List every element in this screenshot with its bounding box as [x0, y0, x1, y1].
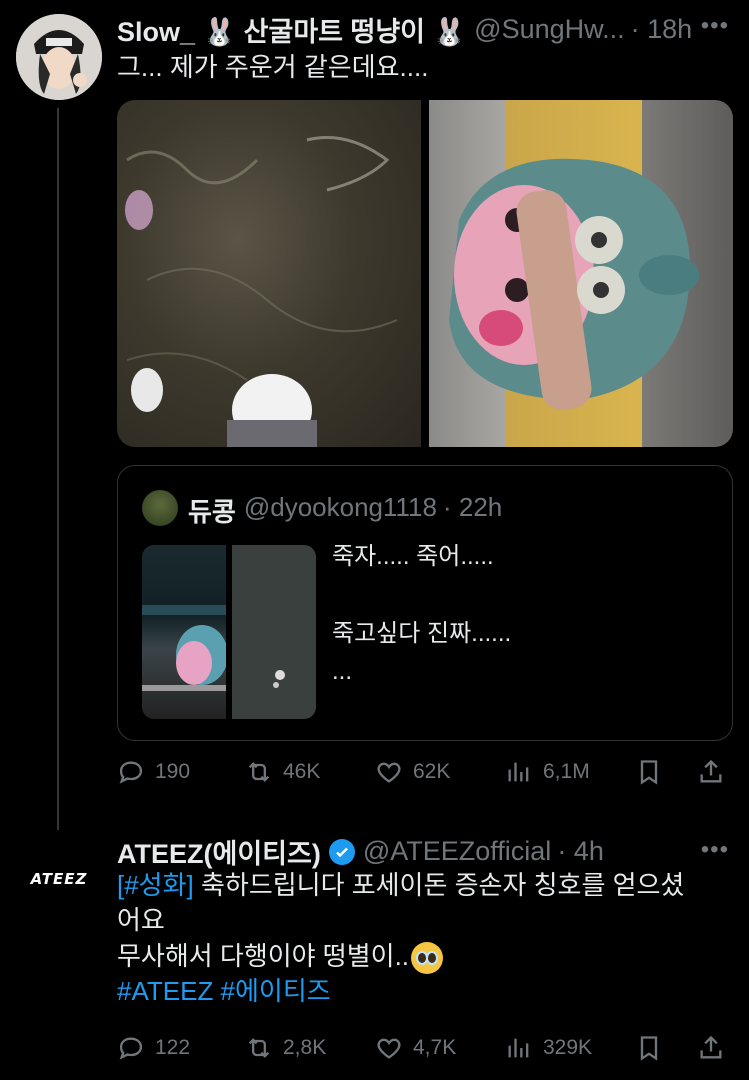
- reply-count: 190: [155, 760, 191, 783]
- user-avatar[interactable]: [16, 14, 102, 100]
- tweet-actions-bar-2: 122 2,8K 4,7K 329K: [117, 1034, 733, 1062]
- verified-badge-icon[interactable]: [328, 838, 355, 865]
- water-scene: [125, 136, 398, 447]
- checkmark-icon: [335, 847, 348, 857]
- quoted-tweet-text: 죽자..... 죽어..... 죽고싶다 진짜...... ...: [332, 543, 512, 686]
- tweet-text-line-3: 무사해서 다행이야 떵별이..: [117, 939, 727, 974]
- reply-icon: [119, 1037, 143, 1060]
- views-count: 6,1M: [543, 760, 590, 783]
- reply-button-2[interactable]: 122: [117, 1034, 245, 1062]
- heart-icon: [377, 1038, 401, 1059]
- bookmark-icon: [640, 760, 658, 785]
- share-button-2[interactable]: [697, 1034, 725, 1062]
- bookmark-button-2[interactable]: [635, 1034, 697, 1062]
- like-button[interactable]: 62K: [375, 758, 505, 786]
- night-plush-scene: [142, 605, 226, 691]
- hashtag-link-seonghwa[interactable]: [#성화]: [117, 870, 194, 900]
- reply-icon: [119, 761, 143, 784]
- user-handle-2[interactable]: @ATEEZofficial: [363, 836, 551, 867]
- views-button-2[interactable]: 329K: [505, 1034, 635, 1062]
- repost-button[interactable]: 46K: [245, 758, 375, 786]
- bookmark-icon: [640, 1036, 658, 1061]
- thread-connector-line: [57, 108, 59, 830]
- hashtag-links[interactable]: #ATEEZ #에이티즈: [117, 974, 727, 1009]
- display-name-2[interactable]: ATEEZ(에이티즈): [117, 832, 321, 871]
- like-count-2: 4,7K: [413, 1036, 457, 1059]
- media-image-water[interactable]: [117, 100, 421, 447]
- avatar-photo: [16, 14, 102, 100]
- views-button[interactable]: 6,1M: [505, 758, 635, 786]
- quoted-user-handle[interactable]: @dyookong1118: [244, 492, 437, 529]
- quoted-media-image-night[interactable]: [142, 545, 226, 719]
- quoted-user-avatar[interactable]: [142, 490, 178, 526]
- like-count: 62K: [413, 760, 451, 783]
- plush-toy: [449, 158, 699, 410]
- heart-icon: [377, 762, 401, 783]
- reply-button[interactable]: 190: [117, 758, 245, 786]
- tweet-header: Slow_ 🐰 산굴마트 떵냥이 🐰 @SungHw... · 18h: [117, 10, 692, 49]
- quoted-tweet[interactable]: 듀콩 @dyookong1118 · 22h 죽자..... 죽어..... 죽…: [117, 465, 733, 741]
- repost-icon: [248, 1038, 270, 1058]
- pleading-face-emoji-icon: [411, 941, 444, 974]
- more-options-icon-2[interactable]: •••: [701, 836, 729, 864]
- repost-icon: [248, 762, 270, 782]
- tweet-actions-bar: 190 46K 62K 6,1M: [117, 758, 733, 786]
- user-handle[interactable]: @SungHw...: [474, 14, 624, 45]
- share-button[interactable]: [697, 758, 725, 786]
- quoted-tweet-header: 듀콩 @dyookong1118 · 22h: [188, 492, 502, 529]
- timestamp-2[interactable]: · 4h: [557, 836, 604, 867]
- repost-count-2: 2,8K: [283, 1036, 327, 1059]
- quoted-timestamp[interactable]: · 22h: [443, 492, 502, 529]
- tweet-text-line-2: 어요: [117, 905, 165, 936]
- share-icon: [700, 1035, 722, 1059]
- more-options-icon[interactable]: •••: [701, 12, 729, 40]
- like-button-2[interactable]: 4,7K: [375, 1034, 505, 1062]
- tweet-text-line-1-body: 축하드립니다 포세이돈 증손자 칭호를 얻으셨: [193, 870, 685, 900]
- dark-water-scene: [273, 670, 285, 688]
- timestamp[interactable]: · 18h: [631, 14, 693, 45]
- reply-count-2: 122: [155, 1036, 191, 1059]
- quoted-media-image-dark[interactable]: [232, 545, 316, 719]
- views-icon: [508, 762, 529, 782]
- tweet-text-line-3-body: 무사해서 다행이야 떵별이..: [117, 940, 410, 971]
- share-icon: [700, 759, 722, 783]
- repost-count: 46K: [283, 760, 321, 783]
- quoted-media[interactable]: [142, 545, 316, 719]
- quoted-display-name[interactable]: 듀콩: [188, 492, 236, 529]
- ateez-avatar[interactable]: ATEEZ: [16, 836, 102, 922]
- ateez-logo: ATEEZ: [30, 870, 88, 888]
- views-count-2: 329K: [543, 1036, 593, 1059]
- display-name[interactable]: Slow_ 🐰 산굴마트 떵냥이 🐰: [117, 10, 466, 49]
- tweet-text: 그... 제가 주운거 같은데요....: [117, 52, 429, 82]
- media-image-plush[interactable]: [429, 100, 733, 447]
- bookmark-button[interactable]: [635, 758, 697, 786]
- tweet-media[interactable]: [117, 100, 733, 447]
- repost-button-2[interactable]: 2,8K: [245, 1034, 375, 1062]
- views-icon: [508, 1038, 529, 1058]
- tweet-header-2: ATEEZ(에이티즈) @ATEEZofficial · 4h: [117, 832, 604, 871]
- tweet-text-line-1: [#성화] 축하드립니다 포세이돈 증손자 칭호를 얻으셨: [117, 868, 727, 903]
- tweet-text-2: [#성화] 축하드립니다 포세이돈 증손자 칭호를 얻으셨 어요 무사해서 다행…: [117, 868, 727, 1009]
